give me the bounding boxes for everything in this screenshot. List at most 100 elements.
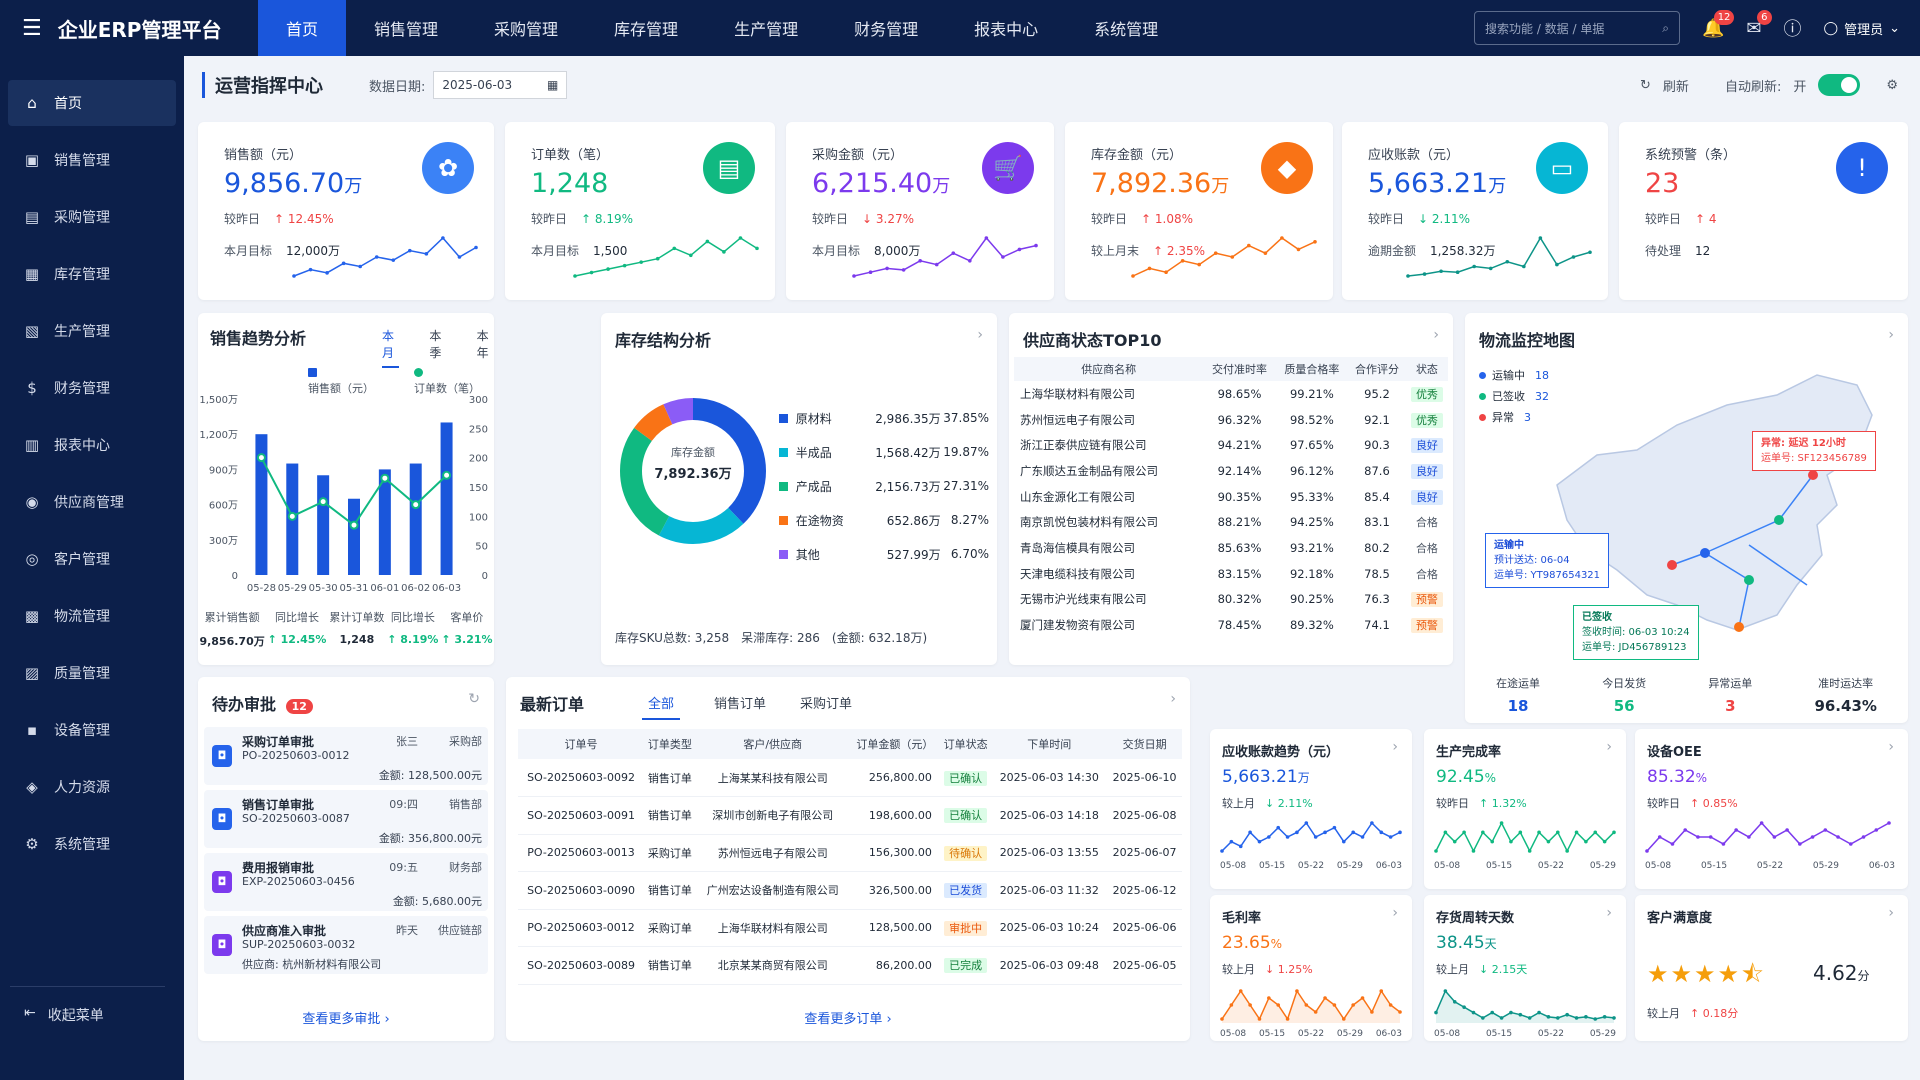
- sidebar-item[interactable]: ◈ 人力资源: [8, 764, 176, 810]
- metric-card[interactable]: 客户满意度 › 4.62分 较上月 ↑ 0.18分 ★★★★⯪: [1635, 895, 1908, 1041]
- topnav-item[interactable]: 库存管理: [586, 0, 706, 56]
- kpi-card[interactable]: 系统预警（条） 23! 较昨日 ↑ 4 待处理 12: [1619, 122, 1908, 300]
- chevron-right-icon[interactable]: ›: [1170, 691, 1176, 707]
- table-row[interactable]: SO-20250603-0091 销售订单 深圳市创新电子有限公司 198,600.0…: [518, 797, 1182, 834]
- approval-title: 供应商准入审批: [242, 924, 327, 938]
- topnav-item[interactable]: 采购管理: [466, 0, 586, 56]
- status-badge: 良好: [1410, 438, 1443, 454]
- table-row[interactable]: 上海华联材料有限公司 98.65% 99.21% 95.2 优秀: [1014, 381, 1448, 407]
- table-row[interactable]: SO-20250603-0092 销售订单 上海某某科技有限公司 256,800.00…: [518, 759, 1182, 797]
- collapse-menu-button[interactable]: ⇤ 收起菜单: [10, 986, 165, 1025]
- chevron-right-icon[interactable]: ›: [1606, 905, 1612, 921]
- sidebar-item[interactable]: ▦ 库存管理: [8, 251, 176, 297]
- topnav-item[interactable]: 系统管理: [1066, 0, 1186, 56]
- sidebar-item[interactable]: $ 财务管理: [8, 365, 176, 411]
- metric-card[interactable]: 毛利率 › 23.65% 较上月 ↓ 1.25% 05-08 05-15 05-22 05-29…: [1210, 895, 1412, 1041]
- table-row[interactable]: 苏州恒远电子有限公司 96.32% 98.52% 92.1 优秀: [1014, 407, 1448, 433]
- topnav-item[interactable]: 报表中心: [946, 0, 1066, 56]
- approval-item[interactable]: ◘ 供应商准入审批 SUP-20250603-0032 昨天 供应链部 供应商: 杭州新材…: [204, 916, 488, 974]
- refresh-button[interactable]: 刷新: [1663, 76, 1689, 95]
- mail-icon[interactable]: ✉ 6: [1746, 9, 1772, 39]
- chevron-right-icon[interactable]: ›: [1392, 739, 1398, 755]
- kpi-card[interactable]: 库存金额（元） 7,892.36万 ◆ 较昨日 ↑ 1.08% 较上月末 ↑ 2.35%: [1065, 122, 1333, 300]
- avatar-icon: ◯: [1823, 20, 1839, 36]
- table-cell: 2025-06-03 14:30: [991, 759, 1107, 797]
- help-icon[interactable]: ⓘ: [1784, 15, 1802, 41]
- more-approvals-link[interactable]: 查看更多审批 ›: [198, 1008, 494, 1027]
- table-row[interactable]: 南京凯悦包装材料有限公司 88.21% 94.25% 83.1 合格: [1014, 509, 1448, 535]
- metric-card[interactable]: 生产完成率 › 92.45% 较昨日 ↑ 1.32% 05-08 05-15 05-22 05-…: [1424, 729, 1626, 889]
- approval-item[interactable]: ◘ 销售订单审批 SO-20250603-0087 09:四 销售部 金额: 356,80…: [204, 790, 488, 848]
- table-row[interactable]: 厦门建发物资有限公司 78.45% 89.32% 74.1 预警: [1014, 612, 1448, 638]
- sidebar-item[interactable]: ▤ 采购管理: [8, 194, 176, 240]
- trend-tab[interactable]: 本年: [477, 327, 494, 368]
- topnav-item[interactable]: 销售管理: [346, 0, 466, 56]
- table-row[interactable]: 无锡市沪光线束有限公司 80.32% 90.25% 76.3 预警: [1014, 587, 1448, 613]
- chevron-right-icon[interactable]: ›: [977, 327, 983, 343]
- sidebar-item[interactable]: ▩ 物流管理: [8, 593, 176, 639]
- chevron-right-icon[interactable]: ›: [1606, 739, 1612, 755]
- sidebar-item[interactable]: ▧ 生产管理: [8, 308, 176, 354]
- table-row[interactable]: 青岛海信模具有限公司 85.63% 93.21% 80.2 合格: [1014, 535, 1448, 561]
- sidebar-item[interactable]: ▣ 销售管理: [8, 137, 176, 183]
- order-tab[interactable]: 全部: [642, 693, 681, 720]
- sidebar-item[interactable]: ▪ 设备管理: [8, 707, 176, 753]
- approval-item[interactable]: ◘ 费用报销审批 EXP-20250603-0456 09:五 财务部 金额: 5,680…: [204, 853, 488, 911]
- metric-title: 设备OEE: [1647, 745, 1702, 760]
- chevron-right-icon[interactable]: ›: [1888, 905, 1894, 921]
- trend-tab[interactable]: 本月: [382, 327, 400, 368]
- topnav-item[interactable]: 首页: [258, 0, 347, 56]
- order-tab[interactable]: 采购订单: [800, 693, 852, 720]
- search-input[interactable]: 搜索功能 / 数据 / 单据 ⌕: [1474, 11, 1680, 45]
- trend-tab[interactable]: 本季: [429, 327, 446, 368]
- topnav-item[interactable]: 财务管理: [826, 0, 946, 56]
- more-orders-link[interactable]: 查看更多订单 ›: [506, 1008, 1190, 1027]
- search-icon[interactable]: ⌕: [1662, 21, 1669, 36]
- popup-transit[interactable]: 运输中 预计送达: 06-04 运单号: YT987654321: [1485, 533, 1610, 588]
- popup-error[interactable]: 异常: 延迟 12小时 运单号: SF123456789: [1752, 431, 1876, 471]
- sidebar-item[interactable]: ⚙ 系统管理: [8, 821, 176, 867]
- table-row[interactable]: SO-20250603-0090 销售订单 广州宏达设备制造有限公司 326,500.…: [518, 872, 1182, 909]
- popup-signed[interactable]: 已签收 签收时间: 06-03 10:24 运单号: JD456789123: [1573, 605, 1699, 660]
- order-tab[interactable]: 销售订单: [714, 693, 766, 720]
- auto-refresh-toggle[interactable]: [1818, 74, 1861, 96]
- date-picker[interactable]: 2025-06-03 ▦: [433, 71, 568, 99]
- table-row[interactable]: PO-20250603-0012 采购订单 上海华联材料有限公司 128,500.00…: [518, 909, 1182, 947]
- bell-icon[interactable]: 🔔 12: [1702, 9, 1735, 39]
- sidebar-item[interactable]: ⌂ 首页: [8, 80, 176, 126]
- table-row[interactable]: 天津电缆科技有限公司 83.15% 92.18% 78.5 合格: [1014, 561, 1448, 587]
- metric-card[interactable]: 应收账款趋势（元） › 5,663.21万 较上月 ↓ 2.11% 05-08 05-15 0…: [1210, 729, 1412, 889]
- user-menu[interactable]: ◯ 管理员 ⌄: [1824, 19, 1900, 38]
- refresh-icon[interactable]: ↻: [468, 691, 480, 707]
- chevron-right-icon[interactable]: ›: [1888, 739, 1894, 755]
- approval-item[interactable]: ◘ 采购订单审批 PO-20250603-0012 张三 采购部 金额: 128,500.…: [204, 727, 488, 785]
- cell-text: 2025-06-06: [1112, 921, 1177, 935]
- kpi-card[interactable]: 采购金额（元） 6,215.40万 🛒 较昨日 ↓ 3.27% 本月目标 8,000万: [786, 122, 1054, 300]
- kpi-card[interactable]: 订单数（笔） 1,248 ▤ 较昨日 ↑ 8.19% 本月目标 1,500: [505, 122, 775, 300]
- metric-card[interactable]: 设备OEE › 85.32% 较昨日 ↑ 0.85% 05-08 05-15 05-22 05-…: [1635, 729, 1908, 889]
- topnav-item[interactable]: 生产管理: [706, 0, 826, 56]
- chevron-right-icon[interactable]: ›: [1392, 905, 1398, 921]
- approval-detail: 金额: 5,680.00元: [392, 895, 482, 908]
- table-row[interactable]: 山东金源化工有限公司 90.35% 95.33% 85.4 良好: [1014, 484, 1448, 510]
- chevron-right-icon[interactable]: ›: [1888, 327, 1894, 343]
- sidebar-item[interactable]: ◉ 供应商管理: [8, 479, 176, 525]
- table-row[interactable]: PO-20250603-0013 采购订单 苏州恒远电子有限公司 156,300.00…: [518, 834, 1182, 872]
- kpi-card[interactable]: 销售额（元） 9,856.70万 ✿ 较昨日 ↑ 12.45% 本月目标 12,000万: [198, 122, 494, 300]
- metric-value: 23.65: [1222, 933, 1271, 953]
- sidebar-item[interactable]: ▨ 质量管理: [8, 650, 176, 696]
- settings-icon[interactable]: ⚙: [1886, 78, 1898, 93]
- chevron-right-icon[interactable]: ›: [1433, 327, 1439, 343]
- kpi-compare-value: ↑ 8.19%: [581, 212, 634, 226]
- kpi-card[interactable]: 应收账款（元） 5,663.21万 ▭ 较昨日 ↓ 2.11% 逾期金额 1,258.32万: [1342, 122, 1608, 300]
- sidebar-item[interactable]: ▥ 报表中心: [8, 422, 176, 468]
- sidebar-item[interactable]: ◎ 客户管理: [8, 536, 176, 582]
- refresh-icon[interactable]: ↻: [1640, 78, 1651, 93]
- table-row[interactable]: 浙江正泰供应链有限公司 94.21% 97.65% 90.3 良好: [1014, 432, 1448, 458]
- logistics-card: 物流监控地图 › 运输中 18 已签收 32 异常 3 异常: 延迟 12小时 运单号: …: [1465, 313, 1908, 723]
- table-row[interactable]: 广东顺达五金制品有限公司 92.14% 96.12% 87.6 良好: [1014, 458, 1448, 484]
- table-row[interactable]: SO-20250603-0089 销售订单 北京某某商贸有限公司 86,200.00 已…: [518, 947, 1182, 984]
- metric-card[interactable]: 存货周转天数 › 38.45天 较上月 ↓ 2.15天 05-08 05-15 05-22 05…: [1424, 895, 1626, 1041]
- hamburger-icon[interactable]: ☰: [22, 16, 42, 41]
- metric-value-wrap: 92.45%: [1436, 767, 1496, 787]
